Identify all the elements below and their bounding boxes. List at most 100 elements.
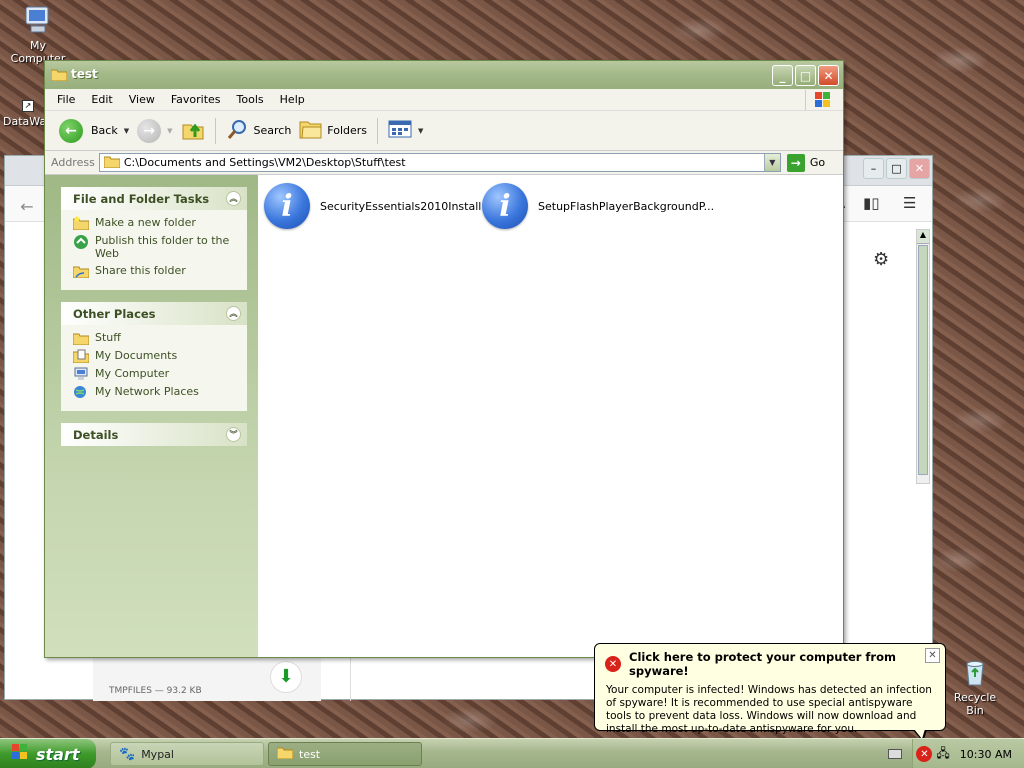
download-icon[interactable]: ⬇ — [270, 661, 302, 693]
panel-title: File and Folder Tasks — [73, 191, 210, 206]
file-item[interactable]: i SecurityEssentials2010Install — [264, 183, 481, 229]
system-tray: ✕ 🖧 10:30 AM — [912, 739, 1024, 768]
other-places-panel: Other Places ︽ Stuff My Documents My Com… — [61, 302, 247, 411]
start-button[interactable]: start — [0, 739, 96, 768]
minimize-icon[interactable]: – — [863, 158, 884, 179]
folder-icon — [276, 746, 294, 762]
sidebar-icon[interactable]: ▮▯ — [863, 194, 880, 212]
new-folder-icon — [72, 216, 90, 231]
menu-file[interactable]: File — [45, 93, 83, 106]
network-icon[interactable]: 🖧 — [936, 744, 949, 765]
task-share-folder[interactable]: Share this folder — [72, 264, 237, 279]
menu-tools[interactable]: Tools — [229, 93, 272, 106]
search-button[interactable]: Search — [222, 115, 296, 147]
taskbar-item-mypal[interactable]: 🐾 Mypal — [110, 742, 264, 766]
balloon-title[interactable]: Click here to protect your computer from… — [629, 650, 935, 678]
window-title: test — [71, 67, 98, 81]
explorer-window[interactable]: test _ □ ✕ File Edit View Favorites Tool… — [44, 60, 844, 658]
task-make-new-folder[interactable]: Make a new folder — [72, 216, 237, 231]
spyware-notification-balloon[interactable]: ✕ Click here to protect your computer fr… — [594, 643, 946, 742]
address-input[interactable]: C:\Documents and Settings\VM2\Desktop\St… — [98, 153, 781, 172]
error-icon: ✕ — [605, 656, 621, 672]
address-label: Address — [51, 156, 95, 169]
file-item[interactable]: i SetupFlashPlayerBackgroundP... — [482, 183, 714, 229]
desktop-icon-datawa[interactable]: ↗ DataWa — [0, 100, 48, 128]
details-panel: Details ︾ — [61, 423, 247, 446]
back-button[interactable]: ← Back ▼ — [55, 115, 133, 147]
mypal-icon: 🐾 — [119, 746, 136, 762]
toolbar-divider — [214, 117, 216, 144]
task-label: Make a new folder — [95, 216, 196, 229]
file-folder-tasks-panel: File and Folder Tasks ︽ Make a new folde… — [61, 187, 247, 290]
menu-edit[interactable]: Edit — [83, 93, 120, 106]
chevron-down-icon[interactable]: ▼ — [124, 127, 129, 135]
collapse-icon[interactable]: ︽ — [226, 306, 241, 321]
task-label: Publish this folder to the Web — [95, 234, 230, 260]
back-arrow-icon[interactable]: ← — [13, 192, 41, 220]
search-label: Search — [253, 124, 292, 137]
menu-help[interactable]: Help — [272, 93, 313, 106]
desktop-icon-recycle-bin[interactable]: Recycle Bin — [944, 656, 1006, 717]
place-stuff[interactable]: Stuff — [72, 331, 237, 346]
chevron-down-icon[interactable]: ▼ — [763, 154, 780, 171]
scrollbar[interactable]: ▲ — [916, 229, 930, 484]
menu-view[interactable]: View — [121, 93, 163, 106]
up-folder-button[interactable] — [177, 115, 209, 147]
forward-arrow-icon: → — [137, 118, 162, 143]
folder-icon — [103, 155, 121, 171]
minimize-icon[interactable]: _ — [772, 65, 793, 86]
folders-label: Folders — [327, 124, 368, 137]
views-icon — [388, 119, 412, 142]
place-my-network[interactable]: My Network Places — [73, 385, 237, 399]
collapse-icon[interactable]: ︽ — [226, 191, 241, 206]
menu-favorites[interactable]: Favorites — [163, 93, 229, 106]
share-folder-icon — [72, 264, 90, 279]
maximize-icon[interactable]: □ — [795, 65, 816, 86]
folder-icon — [50, 68, 68, 82]
panel-title: Details — [73, 427, 119, 442]
publish-web-icon — [73, 234, 89, 249]
place-my-computer[interactable]: My Computer — [73, 367, 237, 381]
computer-icon — [73, 367, 89, 381]
panel-header[interactable]: Details ︾ — [61, 423, 247, 446]
close-icon[interactable]: ✕ — [818, 65, 839, 86]
taskbar-item-test[interactable]: test — [268, 742, 422, 766]
close-icon[interactable]: ✕ — [909, 158, 930, 179]
expand-icon[interactable]: ︾ — [226, 427, 241, 442]
scroll-up-icon[interactable]: ▲ — [917, 230, 929, 244]
address-value: C:\Documents and Settings\VM2\Desktop\St… — [123, 156, 406, 169]
shortcut-icon: ↗ — [22, 100, 34, 112]
forward-button[interactable]: → ▼ — [133, 115, 176, 147]
panel-header[interactable]: Other Places ︽ — [61, 302, 247, 325]
windows-logo-icon — [805, 90, 839, 110]
taskbar-item-label: Mypal — [141, 747, 174, 761]
maximize-icon[interactable]: □ — [886, 158, 907, 179]
folders-icon — [299, 118, 323, 143]
taskbar: start 🐾 Mypal test ✕ 🖧 10:30 AM — [0, 738, 1024, 768]
chevron-down-icon[interactable]: ▼ — [418, 127, 423, 135]
back-label: Back — [91, 124, 118, 137]
keyboard-icon[interactable] — [888, 749, 902, 759]
window-titlebar[interactable]: test _ □ ✕ — [45, 61, 843, 89]
hamburger-menu-icon[interactable]: ☰ — [903, 194, 916, 212]
close-icon[interactable]: ✕ — [925, 648, 940, 663]
views-button[interactable]: ▼ — [384, 115, 427, 147]
windows-logo-icon — [10, 743, 30, 765]
up-folder-icon — [181, 117, 205, 144]
place-my-documents[interactable]: My Documents — [72, 349, 237, 364]
file-name: SecurityEssentials2010Install — [320, 199, 482, 213]
clock: 10:30 AM — [959, 747, 1012, 761]
task-publish-web[interactable]: Publish this folder to the Web — [73, 234, 237, 260]
security-alert-icon[interactable]: ✕ — [916, 746, 933, 762]
panel-header[interactable]: File and Folder Tasks ︽ — [61, 187, 247, 210]
gear-icon[interactable]: ⚙ — [873, 249, 889, 270]
toolbar-divider — [377, 117, 379, 144]
go-button[interactable]: → Go — [786, 153, 825, 172]
place-label: My Network Places — [95, 385, 199, 398]
scrollbar-thumb[interactable] — [918, 245, 928, 475]
folders-button[interactable]: Folders — [295, 115, 371, 147]
info-icon: i — [482, 183, 528, 229]
file-list: i SecurityEssentials2010Install i SetupF… — [258, 175, 843, 657]
desktop-icon-my-computer[interactable]: My Computer — [2, 4, 74, 65]
chevron-down-icon[interactable]: ▼ — [167, 127, 172, 135]
